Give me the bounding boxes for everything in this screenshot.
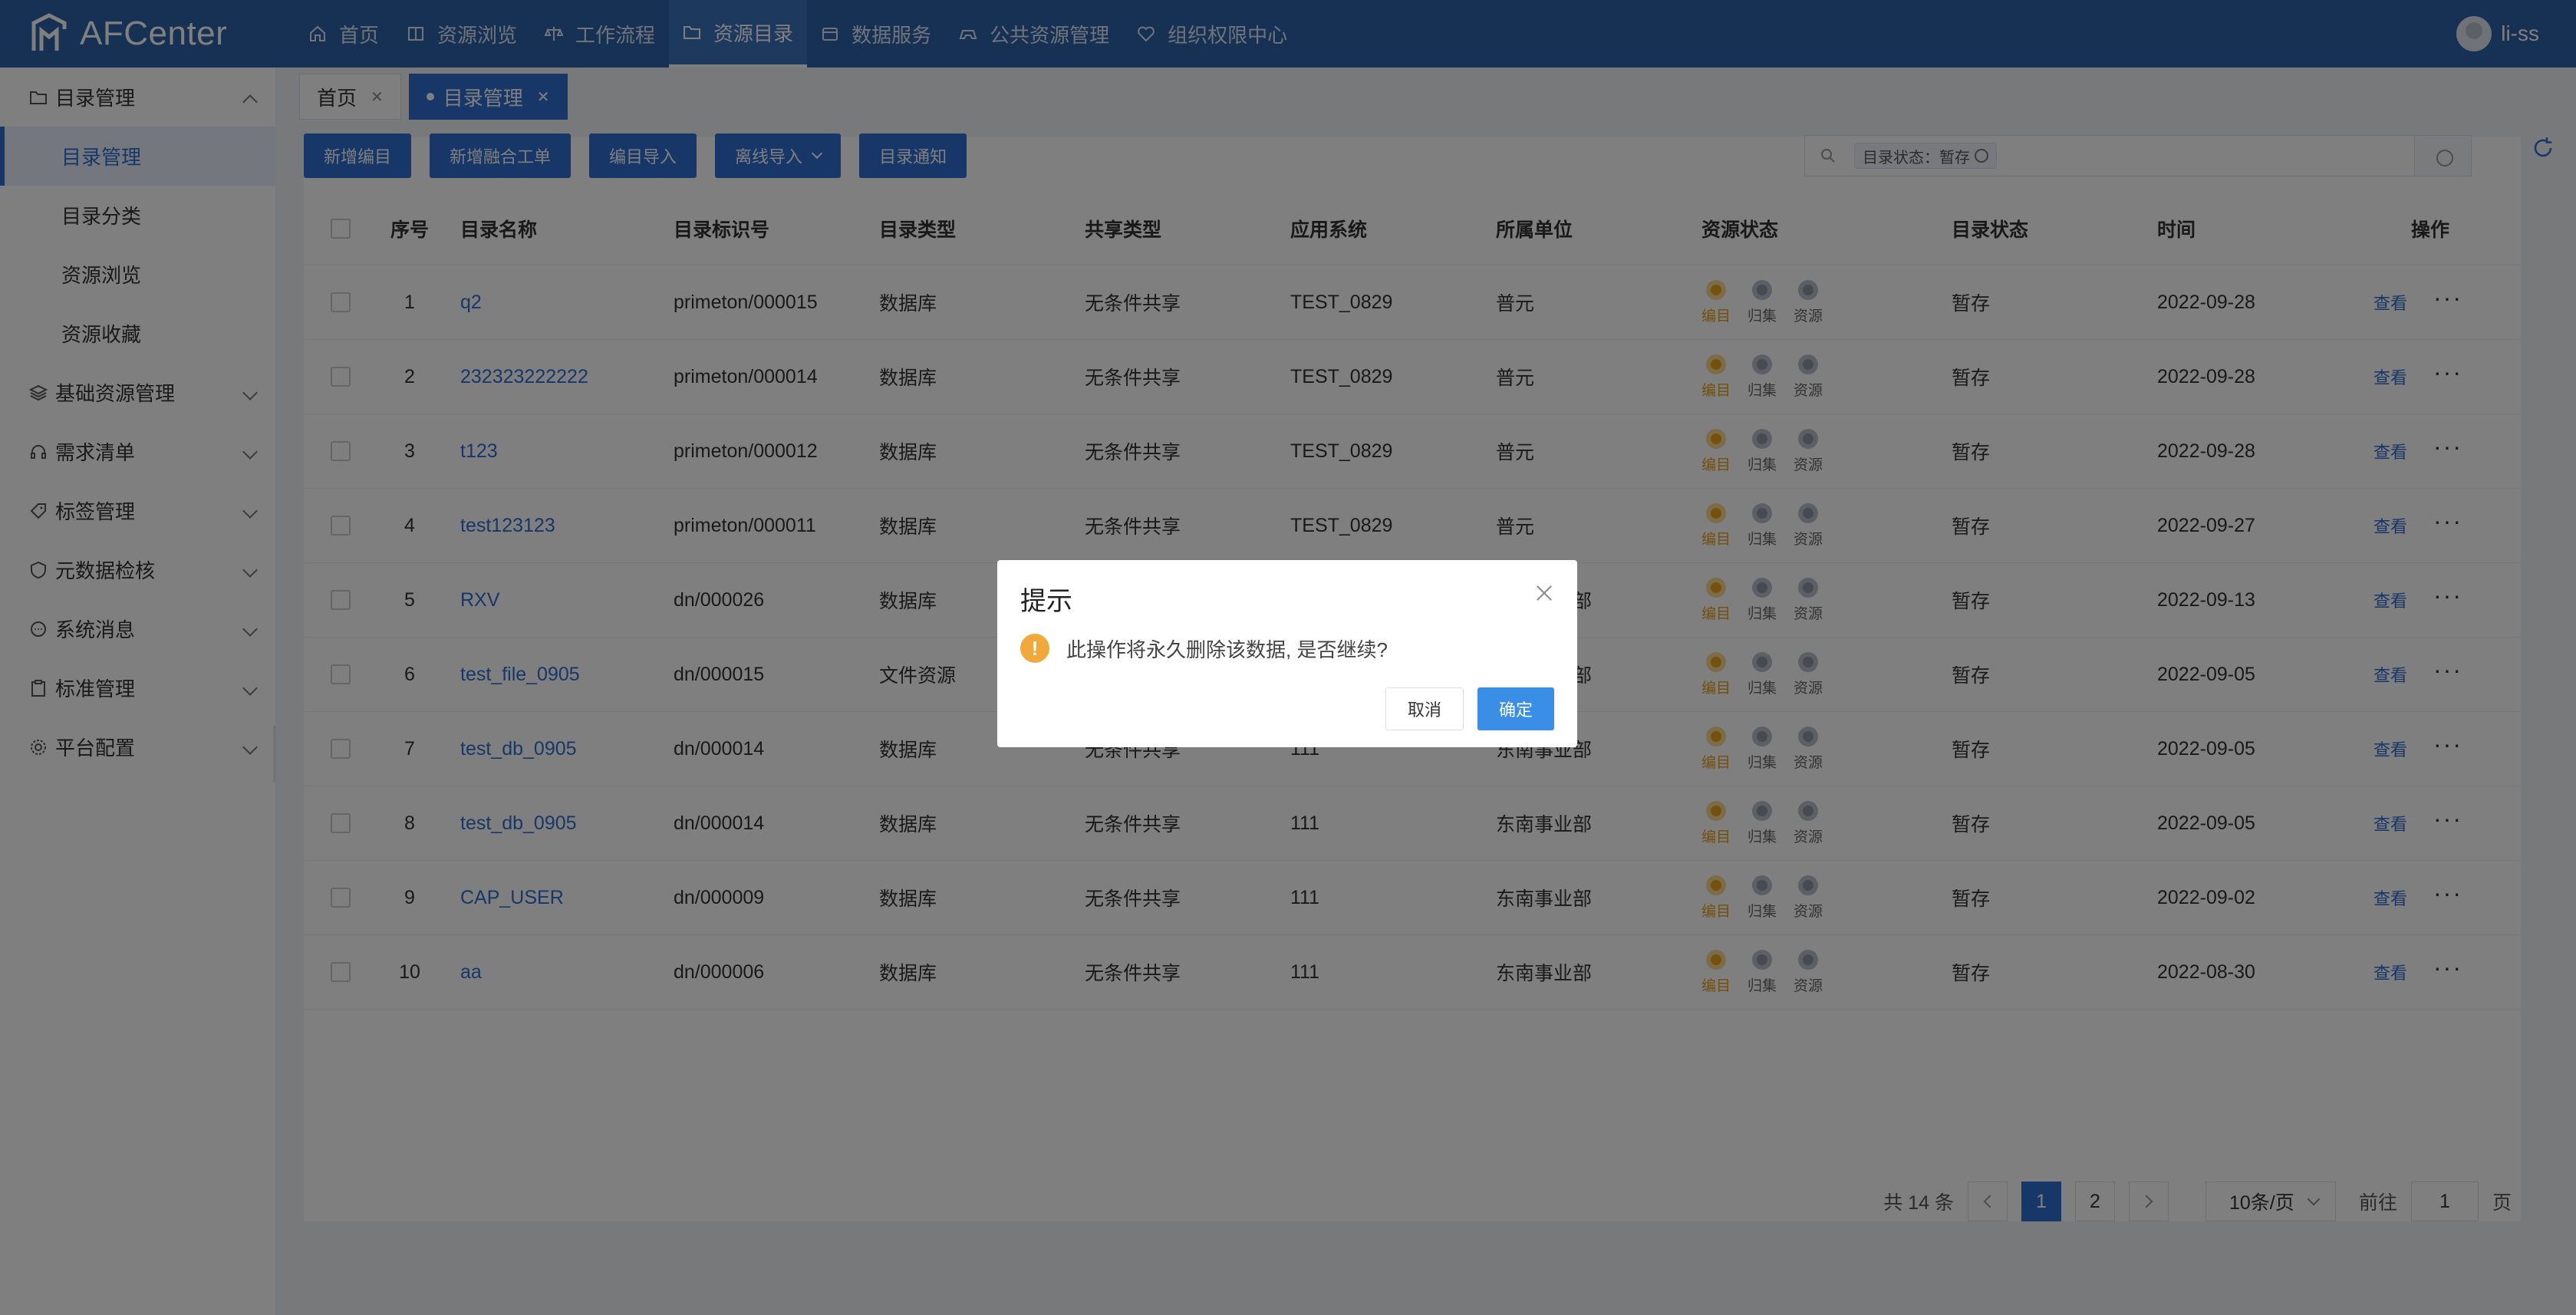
dialog-title: 提示 — [1020, 587, 1072, 616]
dialog-message-row: ! 此操作将永久删除该数据, 是否继续? — [1020, 634, 1388, 663]
confirm-button[interactable]: 确定 — [1477, 687, 1554, 730]
cancel-button[interactable]: 取消 — [1385, 687, 1464, 730]
close-icon[interactable] — [1534, 583, 1554, 603]
confirm-dialog: 提示 ! 此操作将永久删除该数据, 是否继续? 取消 确定 — [997, 560, 1577, 747]
warning-icon: ! — [1020, 634, 1049, 663]
dialog-message: 此操作将永久删除该数据, 是否继续? — [1066, 638, 1388, 661]
